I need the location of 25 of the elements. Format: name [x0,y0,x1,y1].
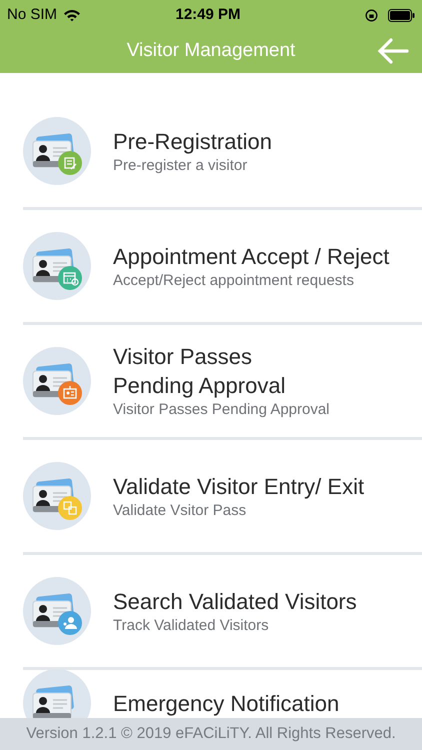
battery-icon [388,8,415,22]
clock-text: 12:49 PM [175,4,241,25]
item-title: Visitor Passes Pending Approval [113,343,286,400]
item-title: Emergency Notification [113,690,340,718]
header-title: Visitor Management [126,39,296,64]
back-button[interactable] [376,36,410,66]
item-title: Search Validated Visitors [113,588,357,616]
menu-item[interactable]: Search Validated Visitors Track Validated Visitors [23,555,422,670]
menu-item[interactable]: Pre-Registration Pre-register a visitor [23,95,422,210]
item-subtitle: Pre-register a visitor [113,156,248,176]
wifi-icon [63,8,82,22]
item-title: Pre-Registration [113,128,272,156]
back-arrow-icon [377,38,409,64]
menu-item[interactable]: Visitor Passes Pending Approval Visitor Passes Pending Approval [23,325,422,440]
item-subtitle: Accept/Reject appointment requests [113,270,355,290]
item-title: Validate Visitor Entry/ Exit [113,472,364,500]
item-subtitle: Track Validated Visitors [113,616,270,636]
menu-item[interactable]: Appointment Accept / Reject Accept/Reject appointment requests [23,210,422,325]
carrier-text: No SIM [7,4,58,25]
item-subtitle: Validate Vsitor Pass [113,500,248,520]
menu-item[interactable]: Validate Visitor Entry/ Exit Validate Vsitor Pass [23,440,422,555]
item-title: Appointment Accept / Reject [113,242,390,270]
item-subtitle: Visitor Passes Pending Approval [113,400,330,420]
copyright-text: Version 1.2.1 © 2019 eFACiLiTY. All Rights Reserved. [26,724,396,744]
rotation-lock-icon [365,8,378,22]
